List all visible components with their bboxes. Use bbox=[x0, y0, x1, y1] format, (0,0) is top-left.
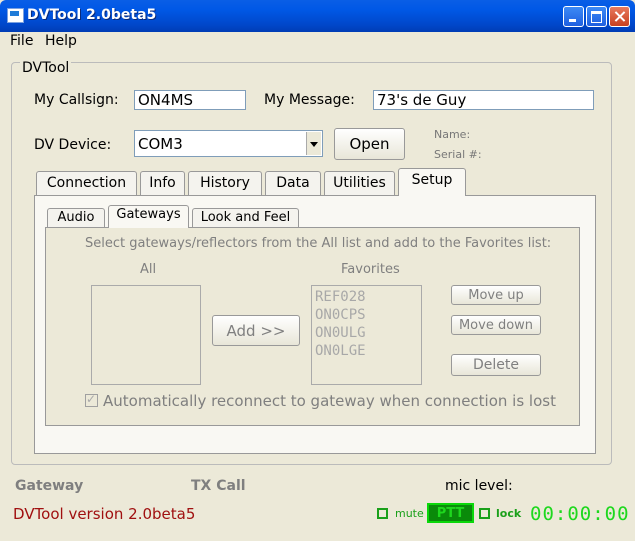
subtab-gateways[interactable]: Gateways bbox=[108, 205, 189, 228]
gateway-status-label: Gateway bbox=[15, 478, 84, 494]
favorites-list-label: Favorites bbox=[341, 262, 400, 277]
menu-file[interactable]: File bbox=[10, 33, 33, 49]
minimize-button[interactable] bbox=[563, 6, 584, 27]
tab-info[interactable]: Info bbox=[140, 171, 185, 195]
title-bar[interactable]: DVTool 2.0beta5 bbox=[0, 0, 635, 32]
ptt-button[interactable]: PTT bbox=[427, 503, 474, 523]
auto-reconnect-checkbox[interactable] bbox=[85, 392, 98, 407]
all-list-label: All bbox=[140, 262, 157, 277]
mic-level-label: mic level: bbox=[445, 478, 513, 494]
open-button[interactable]: Open bbox=[334, 128, 405, 160]
window-title: DVTool 2.0beta5 bbox=[27, 7, 157, 23]
device-label: DV Device: bbox=[34, 137, 112, 153]
tab-data[interactable]: Data bbox=[265, 171, 321, 195]
device-select[interactable]: COM3 bbox=[134, 130, 323, 157]
name-label: Name: bbox=[434, 128, 471, 141]
move-up-button[interactable]: Move up bbox=[451, 285, 541, 305]
message-input[interactable] bbox=[373, 90, 594, 110]
gateways-instruction: Select gateways/reflectors from the All … bbox=[85, 236, 552, 251]
maximize-button[interactable] bbox=[586, 6, 607, 27]
menu-help[interactable]: Help bbox=[45, 33, 77, 49]
subtab-look-and-feel[interactable]: Look and Feel bbox=[192, 208, 299, 227]
callsign-label: My Callsign: bbox=[34, 92, 119, 108]
device-value: COM3 bbox=[138, 135, 183, 153]
group-label: DVTool bbox=[20, 60, 72, 76]
list-item[interactable]: ON0ULG bbox=[312, 324, 421, 342]
move-down-button[interactable]: Move down bbox=[451, 315, 541, 335]
favorites-list[interactable]: REF028 ON0CPS ON0ULG ON0LGE bbox=[311, 285, 422, 385]
all-gateways-list[interactable] bbox=[91, 285, 201, 385]
chevron-down-icon[interactable] bbox=[306, 132, 321, 155]
message-label: My Message: bbox=[264, 92, 355, 108]
tab-setup[interactable]: Setup bbox=[398, 168, 466, 196]
version-text: DVTool version 2.0beta5 bbox=[13, 505, 196, 523]
lock-checkbox[interactable] bbox=[479, 508, 490, 519]
tab-utilities[interactable]: Utilities bbox=[324, 171, 395, 195]
add-button[interactable]: Add >> bbox=[212, 315, 300, 346]
tab-history[interactable]: History bbox=[188, 171, 262, 195]
timer-display: 00:00:00 bbox=[530, 503, 630, 525]
serial-label: Serial #: bbox=[434, 148, 482, 161]
menu-bar: File Help bbox=[0, 32, 635, 52]
txcall-status-label: TX Call bbox=[191, 478, 246, 494]
list-item[interactable]: ON0CPS bbox=[312, 306, 421, 324]
app-icon bbox=[7, 8, 24, 23]
auto-reconnect-label: Automatically reconnect to gateway when … bbox=[103, 392, 556, 410]
lock-label: lock bbox=[496, 507, 522, 520]
delete-button[interactable]: Delete bbox=[451, 354, 541, 376]
mute-label: mute bbox=[395, 507, 424, 520]
dvtool-window: DVTool 2.0beta5 File Help DVTool My Call… bbox=[0, 0, 635, 541]
close-button[interactable] bbox=[609, 6, 630, 27]
callsign-input[interactable] bbox=[134, 90, 246, 110]
list-item[interactable]: REF028 bbox=[312, 288, 421, 306]
subtab-audio[interactable]: Audio bbox=[47, 208, 105, 227]
list-item[interactable]: ON0LGE bbox=[312, 342, 421, 360]
tab-connection[interactable]: Connection bbox=[36, 171, 137, 195]
mute-checkbox[interactable] bbox=[377, 508, 388, 519]
